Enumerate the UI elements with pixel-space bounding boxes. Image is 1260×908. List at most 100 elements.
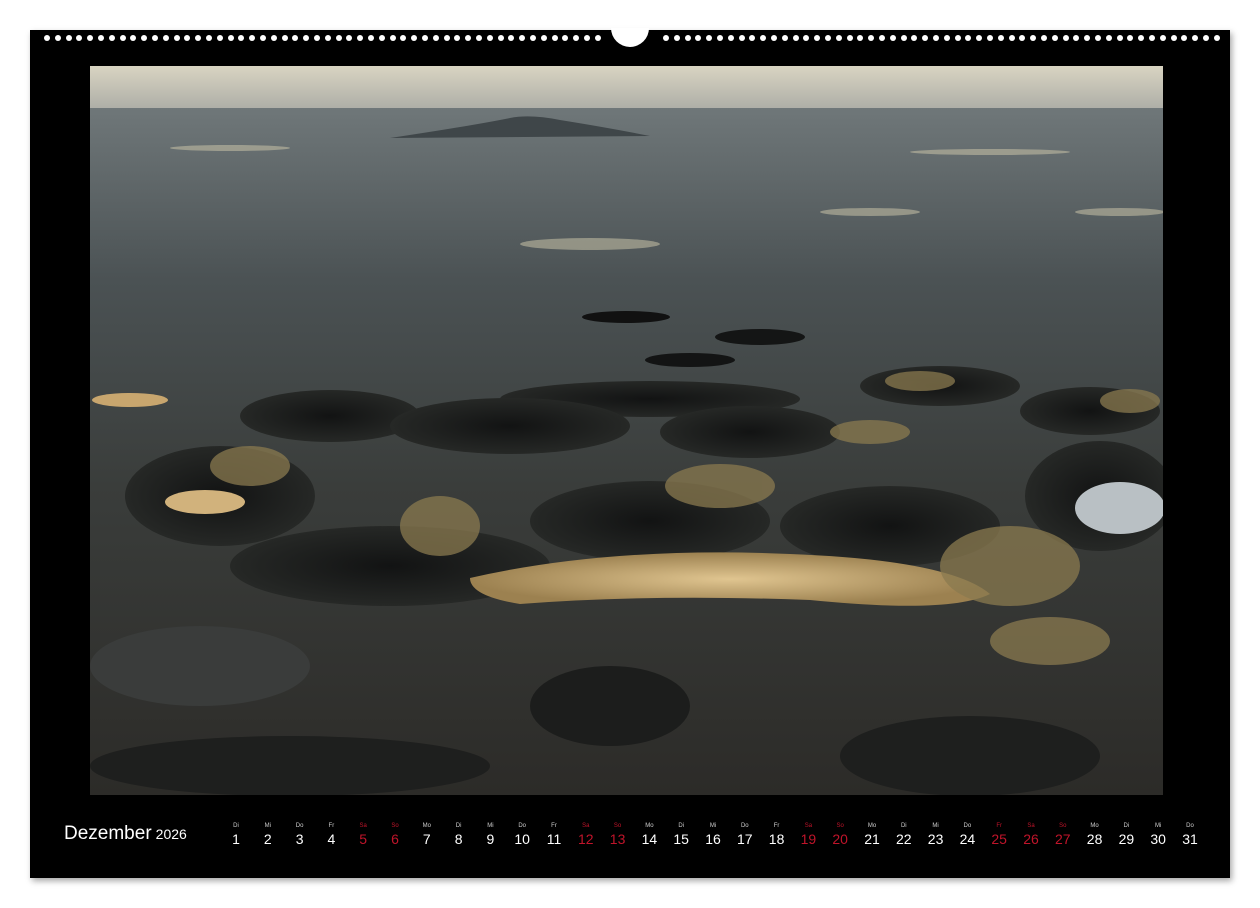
binding-hole xyxy=(152,35,158,41)
binding-hole xyxy=(54,35,61,41)
binding-hole xyxy=(443,35,450,41)
volcanic-craters-image xyxy=(90,66,1163,795)
weekday-label: Do xyxy=(740,823,749,829)
binding-hole xyxy=(346,35,353,41)
day-number: 1 xyxy=(232,831,240,847)
day-cell: Mi 23 xyxy=(921,823,951,847)
landscape-photo xyxy=(90,66,1163,795)
binding-hole xyxy=(792,35,799,41)
binding-hole xyxy=(771,35,777,41)
binding-hole xyxy=(1138,35,1145,41)
binding-hole xyxy=(184,35,191,41)
weekday-label: Do xyxy=(1186,823,1194,829)
binding-hole xyxy=(1041,35,1047,41)
binding-hole xyxy=(400,35,407,41)
day-cell: Fr 25 xyxy=(984,823,1014,847)
binding-hole xyxy=(292,35,299,41)
day-number: 4 xyxy=(327,831,336,847)
weekday-label: Fr xyxy=(996,823,1003,829)
binding-hole xyxy=(260,35,266,41)
day-number: 23 xyxy=(927,831,944,847)
day-cell: So 27 xyxy=(1048,823,1078,847)
day-cell: Mi 16 xyxy=(698,823,728,847)
binding-hole xyxy=(1203,35,1209,41)
binding-hole xyxy=(1019,35,1026,41)
binding-hole xyxy=(551,35,558,41)
binding-hole xyxy=(324,35,331,41)
day-number: 7 xyxy=(422,831,431,847)
day-number: 28 xyxy=(1086,831,1103,847)
binding-hole xyxy=(98,35,104,41)
day-cell: Mo 21 xyxy=(857,823,887,847)
binding-hole xyxy=(1030,35,1037,41)
weekday-label: Do xyxy=(963,823,972,829)
binding-hole xyxy=(943,35,950,41)
calendar-page: Dezember 2026 Di 1 Mi 2 Do 3 Fr 4 Sa 5 So 6 Mo 7 Di 8 Mi 9… xyxy=(30,28,1230,878)
day-number: 29 xyxy=(1118,831,1135,847)
weekday-label: Sa xyxy=(359,823,367,829)
weekday-label: Mi xyxy=(709,823,717,829)
day-cell: Mo 7 xyxy=(412,823,442,847)
binding-hole xyxy=(454,35,461,41)
binding-hole xyxy=(846,35,853,41)
binding-hole xyxy=(673,35,680,41)
binding-hole xyxy=(1116,35,1123,41)
binding-hole xyxy=(141,35,148,41)
weekday-label: So xyxy=(613,823,622,829)
binding-hole xyxy=(1213,35,1220,41)
binding-hole xyxy=(540,35,547,41)
binding-hole xyxy=(1181,35,1188,41)
day-cell: Mo 14 xyxy=(634,823,664,847)
month-title: Dezember 2026 xyxy=(64,823,187,845)
weekday-label: Fr xyxy=(773,823,780,829)
binding-hole xyxy=(108,35,115,41)
binding-hole xyxy=(997,35,1004,41)
weekday-label: Di xyxy=(233,823,239,829)
binding-hole xyxy=(1062,35,1069,41)
day-cell: Fr 18 xyxy=(762,823,792,847)
binding-hole xyxy=(1149,35,1155,41)
binding-hole xyxy=(281,35,288,41)
weekday-label: Mo xyxy=(867,823,877,829)
weekday-label: Mo xyxy=(1090,823,1099,829)
weekday-label: Sa xyxy=(804,823,813,829)
day-number: 21 xyxy=(864,831,880,847)
day-number: 19 xyxy=(800,831,817,847)
binding-hole xyxy=(933,35,939,41)
binding-hole xyxy=(314,35,320,41)
binding-hole xyxy=(987,35,993,41)
weekday-label: Di xyxy=(900,823,907,829)
binding-hole xyxy=(900,35,907,41)
day-number: 30 xyxy=(1150,831,1166,847)
binding-hole xyxy=(922,35,929,41)
weekday-label: Mi xyxy=(1155,823,1162,829)
day-number: 27 xyxy=(1055,831,1071,847)
binding-hole xyxy=(825,35,831,41)
day-number: 20 xyxy=(832,831,848,847)
day-cell: Mo 28 xyxy=(1080,823,1110,847)
binding-hole xyxy=(717,35,723,41)
binding-hole xyxy=(378,35,385,41)
weekday-label: Mo xyxy=(645,823,654,829)
weekday-label: Fr xyxy=(551,823,557,829)
binding-hole xyxy=(879,35,885,41)
weekday-label: Sa xyxy=(582,823,590,829)
weekday-label: Mi xyxy=(932,823,939,829)
day-cell: Di 8 xyxy=(444,823,474,847)
binding-hole xyxy=(695,35,702,41)
binding-hole xyxy=(249,35,256,41)
day-number: 3 xyxy=(295,831,304,847)
binding-hole xyxy=(411,35,418,41)
binding-hole xyxy=(87,35,94,41)
binding-hole xyxy=(206,35,212,41)
day-cell: So 20 xyxy=(825,823,855,847)
binding-hole xyxy=(749,35,756,41)
binding-hole xyxy=(162,35,169,41)
day-cell: Sa 19 xyxy=(793,823,823,847)
binding-hole xyxy=(44,35,50,41)
binding-hole xyxy=(562,35,569,41)
weekday-label: Do xyxy=(518,823,527,829)
binding-hole xyxy=(357,35,364,41)
binding-hole xyxy=(303,35,310,41)
binding-hole xyxy=(519,35,526,41)
